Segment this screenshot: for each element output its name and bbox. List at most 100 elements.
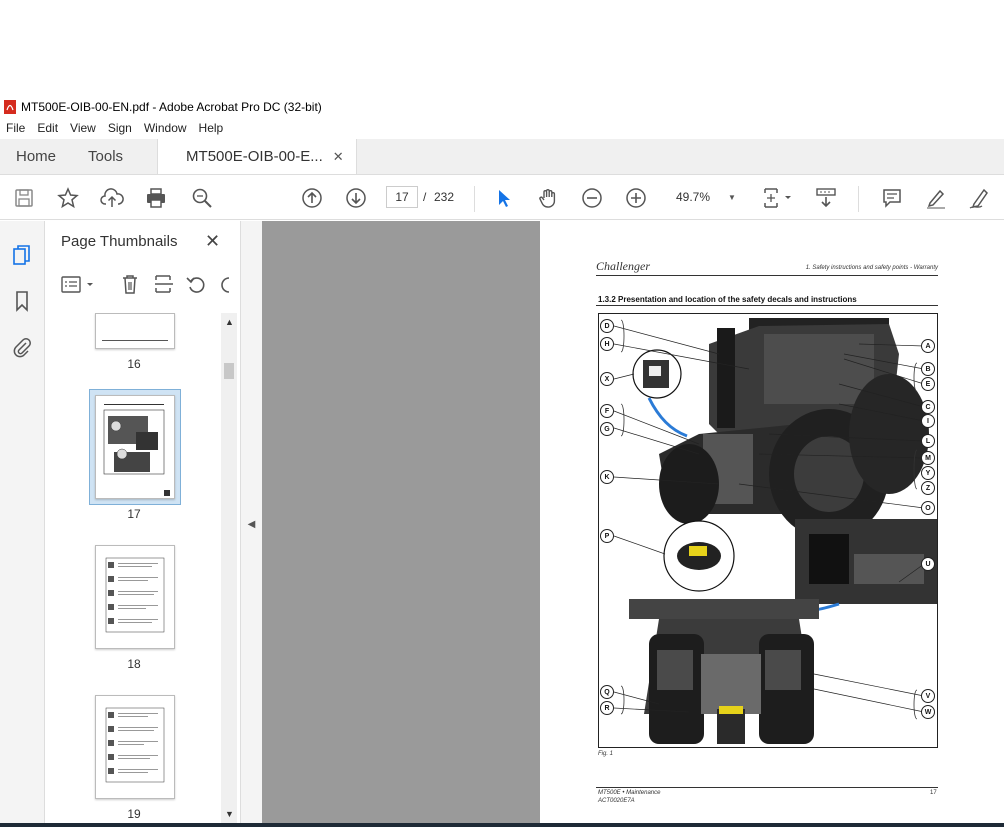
thumbnail-label-18: 18 [127, 657, 141, 671]
callout-A: A [921, 339, 935, 353]
acrobat-pdf-icon [4, 100, 16, 114]
hand-tool-icon[interactable] [536, 186, 560, 210]
callout-L: L [921, 434, 935, 448]
window-title: MT500E-OIB-00-EN.pdf - Adobe Acrobat Pro… [21, 100, 322, 114]
sign-pen-icon[interactable] [968, 186, 992, 210]
page-fit-icon[interactable] [760, 186, 796, 210]
close-panel-icon[interactable]: ✕ [205, 231, 220, 252]
print-icon[interactable] [144, 186, 168, 210]
footer-page-number: 17 [930, 790, 937, 796]
page-thumbnails-panel: Page Thumbnails ✕ 16 17 18 19 ▲ ▼ [45, 221, 241, 827]
pdf-page[interactable]: Challenger 1. Safety instructions and sa… [540, 221, 1004, 827]
thumbnails-list: 16 17 18 19 [45, 313, 221, 827]
menu-help[interactable]: Help [199, 121, 224, 135]
zoom-level-dropdown[interactable]: 49.7% ▼ [668, 186, 740, 208]
scroll-down-arrow-icon[interactable]: ▼ [225, 809, 234, 819]
scroll-up-arrow-icon[interactable]: ▲ [225, 317, 234, 327]
document-background [262, 221, 540, 827]
delete-page-icon[interactable] [119, 273, 141, 295]
zoom-level-value: 49.7% [676, 190, 711, 204]
collapse-panel-handle[interactable]: ◀ [241, 221, 262, 827]
chevron-down-icon: ▼ [728, 192, 736, 202]
callout-M: M [921, 451, 935, 465]
page-total: 232 [434, 190, 455, 204]
callout-E: E [921, 377, 935, 391]
scrollbar-thumb[interactable] [224, 363, 234, 379]
page-number-input[interactable]: 17 [386, 186, 418, 208]
callout-Y: Y [921, 466, 935, 480]
attachments-paperclip-icon[interactable] [10, 335, 34, 359]
callout-U: U [921, 557, 935, 571]
tab-home[interactable]: Home [0, 139, 72, 174]
tab-document[interactable]: MT500E-OIB-00-E... ✕ [157, 139, 357, 174]
tractor-illustration [613, 318, 937, 744]
zoom-in-icon[interactable] [624, 186, 648, 210]
title-bar: MT500E-OIB-00-EN.pdf - Adobe Acrobat Pro… [0, 97, 1004, 117]
menu-file[interactable]: File [6, 121, 25, 135]
callout-D: D [600, 319, 614, 333]
figure-caption: Fig. 1 [598, 751, 614, 757]
close-tab-icon[interactable]: ✕ [333, 149, 344, 165]
page-header: 1. Safety instructions and safety points… [805, 265, 938, 271]
callout-C: C [921, 400, 935, 414]
callout-Q: Q [600, 685, 614, 699]
callout-I: I [921, 414, 935, 428]
section-title: 1.3.2 Presentation and location of the s… [598, 295, 857, 304]
highlight-pen-icon[interactable] [924, 186, 948, 210]
save-icon[interactable] [12, 186, 36, 210]
thumbnail-label-19: 19 [127, 807, 141, 821]
upload-cloud-icon[interactable] [100, 186, 124, 210]
thumbnail-page-16[interactable] [95, 313, 175, 349]
thumbnail-toolbar [57, 271, 233, 299]
menu-view[interactable]: View [70, 121, 96, 135]
thumbnail-page-18[interactable] [95, 545, 175, 649]
callout-B: B [921, 362, 935, 376]
rotate-clockwise-icon[interactable] [217, 273, 231, 295]
left-navigation-rail [0, 221, 45, 827]
thumbnail-page-17[interactable] [95, 395, 175, 499]
menu-window[interactable]: Window [144, 121, 187, 135]
callout-K: K [600, 470, 614, 484]
previous-page-icon[interactable] [300, 186, 324, 210]
thumbnail-page-19[interactable] [95, 695, 175, 799]
tab-tools[interactable]: Tools [72, 139, 139, 174]
callout-F: F [600, 404, 614, 418]
taskbar-edge [0, 823, 1004, 827]
page-thumbnails-icon[interactable] [10, 243, 34, 267]
menu-sign[interactable]: Sign [108, 121, 132, 135]
insert-page-icon[interactable] [153, 273, 175, 295]
page-separator: / [423, 190, 427, 204]
callout-X: X [600, 372, 614, 386]
menu-bar: File Edit View Sign Window Help [0, 118, 1004, 138]
zoom-out-icon[interactable] [580, 186, 604, 210]
footer-rule [596, 787, 938, 788]
panel-title: Page Thumbnails [61, 233, 178, 250]
brand-logo: Challenger [596, 259, 650, 273]
find-search-icon[interactable] [190, 186, 214, 210]
tab-bar: Home Tools MT500E-OIB-00-E... ✕ [0, 139, 1004, 175]
menu-edit[interactable]: Edit [37, 121, 58, 135]
next-page-icon[interactable] [344, 186, 368, 210]
rotate-counterclockwise-icon[interactable] [185, 273, 207, 295]
select-cursor-icon[interactable] [492, 186, 516, 210]
comment-icon[interactable] [880, 186, 904, 210]
callout-G: G [600, 422, 614, 436]
scroll-mode-icon[interactable] [814, 186, 838, 210]
footer-model: MT500E • Maintenance [598, 790, 661, 796]
callout-O: O [921, 501, 935, 515]
callout-V: V [921, 689, 935, 703]
callout-Z: Z [921, 481, 935, 495]
toolbar-divider [474, 186, 475, 212]
callout-H: H [600, 337, 614, 351]
thumbnails-scrollbar[interactable]: ▲ ▼ [221, 313, 237, 827]
callout-R: R [600, 701, 614, 715]
footer-code: ACT0020E7A [598, 798, 635, 804]
thumbnail-label-17: 17 [127, 507, 141, 521]
main-toolbar: 17 / 232 49.7% ▼ [0, 176, 1004, 220]
callout-P: P [600, 529, 614, 543]
bookmark-star-icon[interactable] [56, 186, 80, 210]
tractor-safety-decals-figure: D H X F G K P Q R A B E C I L M Y Z O U … [598, 313, 938, 748]
bookmarks-icon[interactable] [10, 289, 34, 313]
chevron-left-icon: ◀ [247, 518, 256, 530]
thumbnail-options-icon[interactable] [61, 275, 99, 295]
